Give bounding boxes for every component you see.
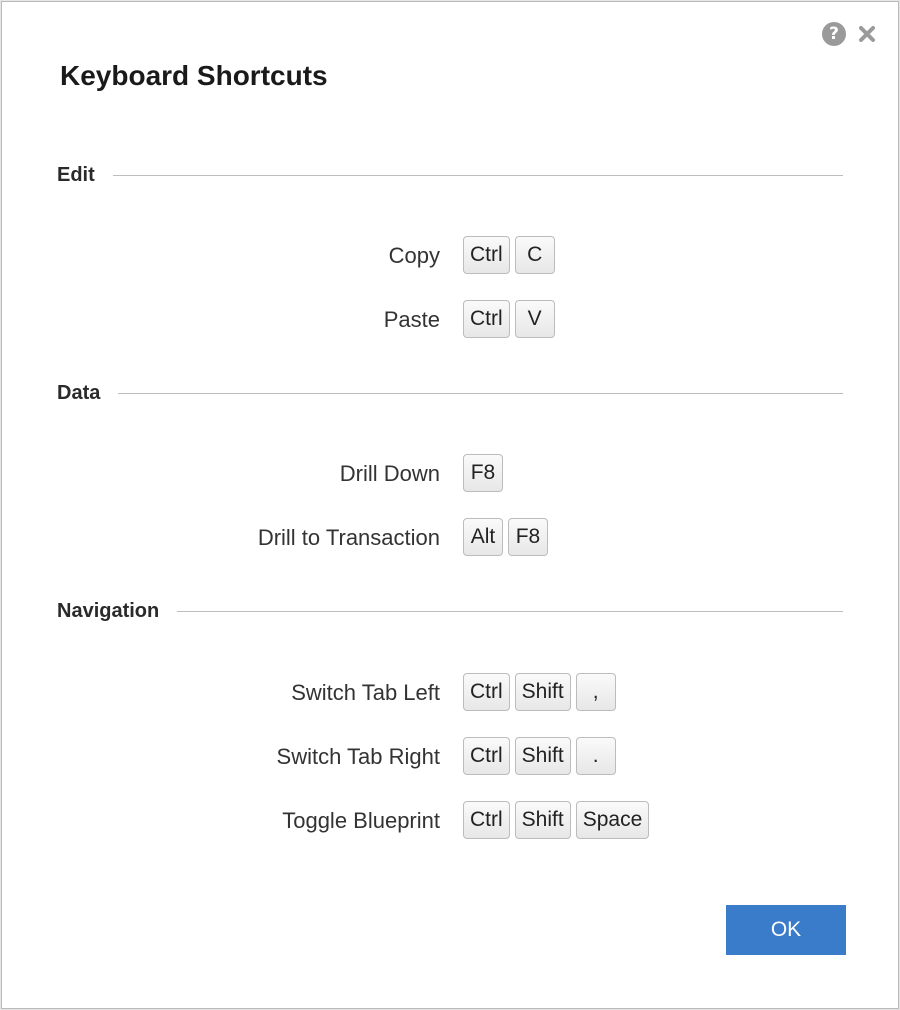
key-cap: Ctrl — [463, 673, 510, 711]
help-icon[interactable]: ? — [822, 22, 846, 46]
keyboard-shortcuts-dialog: ? Keyboard Shortcuts Edit Copy Ctrl C Pa… — [1, 1, 899, 1009]
key-cap: Shift — [514, 737, 571, 775]
key-cap: Alt — [463, 518, 503, 556]
shortcut-action: Switch Tab Left — [291, 680, 440, 705]
shortcut-row-copy: Copy Ctrl C — [2, 236, 898, 276]
shortcut-row-switch-tab-right: Switch Tab Right Ctrl Shift . — [2, 737, 898, 777]
shortcut-row-toggle-blueprint: Toggle Blueprint Ctrl Shift Space — [2, 801, 898, 841]
shortcut-row-paste: Paste Ctrl V — [2, 300, 898, 340]
section-divider — [177, 610, 843, 612]
close-icon[interactable] — [856, 23, 878, 45]
key-cap: F8 — [463, 454, 503, 492]
shortcut-row-drill-to-transaction: Drill to Transaction Alt F8 — [2, 518, 898, 558]
shortcut-action: Drill to Transaction — [257, 525, 440, 550]
shortcut-action: Switch Tab Right — [276, 744, 440, 769]
shortcut-row-drill-down: Drill Down F8 — [2, 454, 898, 494]
dialog-controls: ? — [822, 22, 878, 46]
shortcut-action: Paste — [383, 307, 440, 332]
shortcut-keys: Ctrl V — [463, 300, 555, 338]
shortcut-keys: Ctrl Shift . — [463, 737, 616, 775]
key-cap: C — [514, 236, 555, 274]
key-cap: Ctrl — [463, 737, 510, 775]
key-cap: Ctrl — [463, 801, 510, 839]
shortcut-keys: Ctrl Shift , — [463, 673, 616, 711]
shortcut-action: Drill Down — [339, 461, 440, 486]
key-cap: Space — [575, 801, 650, 839]
shortcut-action: Copy — [388, 243, 440, 268]
dialog-title: Keyboard Shortcuts — [60, 60, 328, 91]
key-cap: V — [514, 300, 555, 338]
key-cap: Ctrl — [463, 236, 510, 274]
ok-button[interactable]: OK — [726, 905, 846, 955]
key-cap: Shift — [514, 673, 571, 711]
key-cap: . — [575, 737, 616, 775]
section-header-navigation: Navigation — [57, 596, 843, 626]
section-label: Navigation — [57, 599, 160, 622]
key-cap: Ctrl — [463, 300, 510, 338]
section-header-edit: Edit — [57, 160, 843, 190]
shortcut-keys: Ctrl C — [463, 236, 555, 274]
section-divider — [118, 392, 843, 394]
section-header-data: Data — [57, 378, 843, 408]
shortcut-action: Toggle Blueprint — [282, 808, 440, 833]
shortcut-keys: Ctrl Shift Space — [463, 801, 650, 839]
shortcut-keys: Alt F8 — [463, 518, 548, 556]
key-cap: F8 — [508, 518, 548, 556]
section-label: Edit — [57, 163, 95, 186]
section-label: Data — [57, 381, 101, 404]
section-divider — [112, 174, 843, 176]
key-cap: Shift — [514, 801, 571, 839]
shortcut-row-switch-tab-left: Switch Tab Left Ctrl Shift , — [2, 673, 898, 713]
shortcut-keys: F8 — [463, 454, 503, 492]
key-cap: , — [575, 673, 616, 711]
